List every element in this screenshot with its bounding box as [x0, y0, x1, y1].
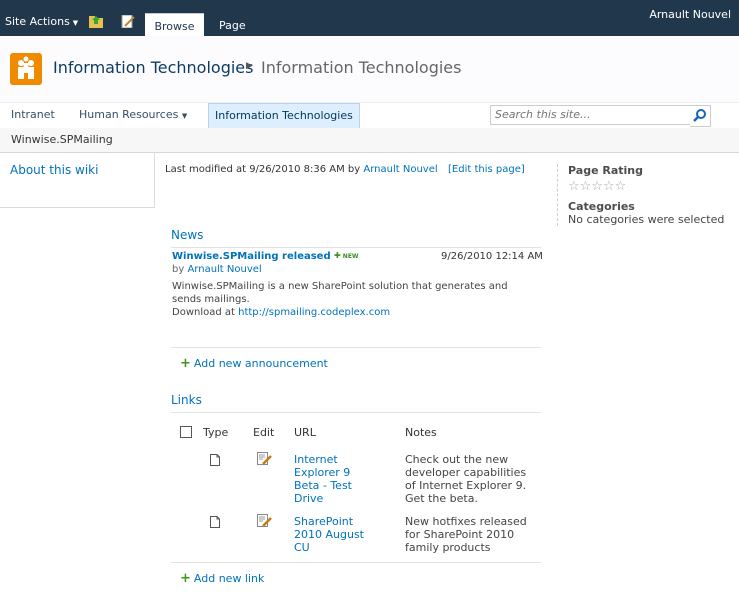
about-wiki-link[interactable]: About this wiki	[10, 163, 98, 177]
announcement-body-line: sends mailings.	[172, 294, 250, 305]
star-icon[interactable]: ☆	[603, 179, 615, 194]
byline-prefix: by	[172, 264, 185, 275]
star-icon[interactable]: ☆	[591, 179, 603, 194]
edit-item-icon[interactable]	[257, 514, 273, 528]
add-icon: +	[180, 571, 191, 586]
quick-launch: About this wiki	[0, 153, 155, 208]
document-icon	[210, 516, 220, 528]
announcement-download: Download at http://spmailing.codeplex.co…	[172, 306, 512, 319]
new-icon: ✚	[334, 251, 341, 260]
chevron-down-icon: ▼	[72, 19, 79, 27]
link-url[interactable]: SharePoint 2010 August CU	[294, 515, 376, 554]
edit-page-icon[interactable]	[121, 15, 135, 28]
categories-label: Categories	[568, 200, 635, 213]
column-header-edit: Edit	[253, 426, 275, 439]
add-icon: +	[180, 356, 191, 371]
rating-stars[interactable]: ☆☆☆☆☆	[568, 179, 626, 194]
links-bottom-divider	[171, 562, 541, 563]
link-notes: New hotfixes released for SharePoint 201…	[405, 515, 540, 554]
last-modified-author-link[interactable]: Arnault Nouvel	[363, 164, 437, 175]
announcement-date: 9/26/2010 12:14 AM	[441, 251, 543, 262]
site-logo-icon[interactable]	[10, 53, 42, 85]
link-notes-line: developer capabilities	[405, 466, 527, 479]
add-link-label: Add new link	[193, 572, 265, 585]
link-notes-line: for SharePoint 2010	[405, 528, 515, 541]
link-notes-line: New hotfixes released	[405, 515, 527, 528]
column-header-url[interactable]: URL	[294, 426, 316, 439]
link-notes-line: family products	[405, 541, 491, 554]
add-announcement-label: Add new announcement	[193, 357, 328, 370]
site-title[interactable]: Information Technologies	[53, 58, 253, 77]
link-notes-line: of Internet Explorer 9.	[405, 479, 527, 492]
breadcrumb: Winwise.SPMailing	[0, 128, 739, 153]
new-badge-text: NEW	[342, 253, 359, 260]
page-rating-label: Page Rating	[568, 164, 643, 177]
edit-item-icon[interactable]	[257, 452, 273, 466]
last-modified-text: Last modified at 9/26/2010 8:36 AM by	[165, 164, 361, 175]
star-icon[interactable]: ☆	[568, 179, 580, 194]
announcement-title-link[interactable]: Winwise.SPMailing released	[172, 251, 331, 262]
select-all-checkbox[interactable]	[180, 426, 192, 438]
announcement-body-line: Winwise.SPMailing is a new SharePoint so…	[172, 281, 508, 292]
page-properties-panel: Page Rating ☆☆☆☆☆ Categories No categori…	[557, 164, 739, 226]
link-url-line: SharePoint	[294, 515, 354, 528]
news-title[interactable]: News	[171, 228, 203, 242]
edit-page-link[interactable]: [Edit this page]	[448, 164, 525, 175]
link-url-line: Beta - Test	[294, 479, 352, 492]
categories-text: No categories were selected	[568, 213, 725, 226]
link-url-line: Explorer 9	[294, 466, 351, 479]
add-announcement-button[interactable]: + Add new announcement	[180, 356, 328, 371]
link-notes-line: Check out the new	[405, 453, 509, 466]
nav-item-intranet[interactable]: Intranet	[11, 108, 55, 121]
chevron-down-icon: ▼	[181, 112, 188, 120]
page-title: Information Technologies	[261, 58, 462, 77]
add-link-button[interactable]: + Add new link	[180, 571, 264, 586]
links-title[interactable]: Links	[171, 393, 202, 407]
announcement-author-link[interactable]: Arnault Nouvel	[187, 264, 261, 275]
news-divider	[171, 247, 541, 248]
breadcrumb-separator-icon: ▶	[246, 61, 253, 71]
star-icon[interactable]: ☆	[615, 179, 627, 194]
new-badge: ✚ NEW	[334, 251, 359, 260]
search-input[interactable]	[491, 106, 689, 122]
announcement-byline: by Arnault Nouvel	[172, 264, 262, 275]
link-url-line: 2010 August	[294, 528, 364, 541]
download-prefix: Download at	[172, 307, 235, 318]
search-field	[490, 105, 692, 125]
column-header-type[interactable]: Type	[203, 426, 228, 439]
star-icon[interactable]: ☆	[580, 179, 592, 194]
column-header-notes[interactable]: Notes	[405, 426, 437, 439]
nav-item-human-resources[interactable]: Human Resources ▼	[79, 108, 187, 121]
folder-up-icon[interactable]	[89, 15, 103, 28]
tab-browse[interactable]: Browse	[145, 13, 204, 37]
site-actions-menu[interactable]: Site Actions ▼	[5, 15, 78, 28]
search-button[interactable]	[690, 105, 711, 127]
news-bottom-divider	[171, 347, 541, 348]
site-actions-label: Site Actions	[5, 15, 70, 28]
link-url-line: CU	[294, 541, 310, 554]
document-icon	[210, 454, 220, 466]
user-menu[interactable]: Arnault Nouvel	[649, 8, 731, 21]
breadcrumb-current: Winwise.SPMailing	[11, 133, 113, 146]
search-icon	[693, 109, 706, 122]
download-link[interactable]: http://spmailing.codeplex.com	[238, 307, 390, 318]
links-divider	[171, 412, 541, 413]
ribbon: Site Actions ▼ Browse Page Arnault Nouvel	[0, 0, 739, 37]
tab-page[interactable]: Page	[219, 19, 246, 32]
link-notes: Check out the new developer capabilities…	[405, 453, 540, 505]
nav-item-label: Human Resources	[79, 108, 179, 121]
announcement-body: Winwise.SPMailing is a new SharePoint so…	[172, 280, 512, 319]
last-modified-info: Last modified at 9/26/2010 8:36 AM by Ar…	[165, 164, 438, 175]
nav-item-information-technologies[interactable]: Information Technologies	[208, 103, 360, 129]
link-url[interactable]: Internet Explorer 9 Beta - Test Drive	[294, 453, 376, 505]
link-url-line: Internet	[294, 453, 338, 466]
title-area: Information Technologies ▶ Information T…	[0, 36, 739, 103]
link-notes-line: Get the beta.	[405, 492, 478, 505]
link-url-line: Drive	[294, 492, 324, 505]
